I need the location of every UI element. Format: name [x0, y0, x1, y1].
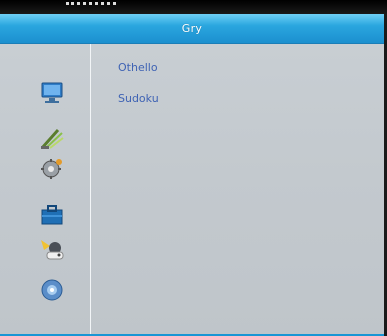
games-list: Othello Sudoku — [92, 44, 384, 336]
antenna-dish-icon[interactable] — [38, 124, 66, 152]
games-menu-panel: Gry Othello Sudoku — [0, 14, 387, 336]
title-bar: Gry — [0, 14, 384, 44]
top-status-strip — [0, 0, 387, 14]
list-item-othello[interactable]: Othello — [118, 61, 158, 74]
sidebar — [0, 44, 91, 336]
page-title: Gry — [181, 22, 203, 35]
settings-gear-icon[interactable] — [38, 154, 66, 182]
games-icon[interactable] — [38, 234, 66, 262]
monitor-icon[interactable] — [38, 79, 66, 107]
info-disc-icon[interactable] — [38, 276, 66, 304]
signal-dots — [66, 2, 116, 11]
list-item-sudoku[interactable]: Sudoku — [118, 92, 159, 105]
toolbox-icon[interactable] — [38, 201, 66, 229]
